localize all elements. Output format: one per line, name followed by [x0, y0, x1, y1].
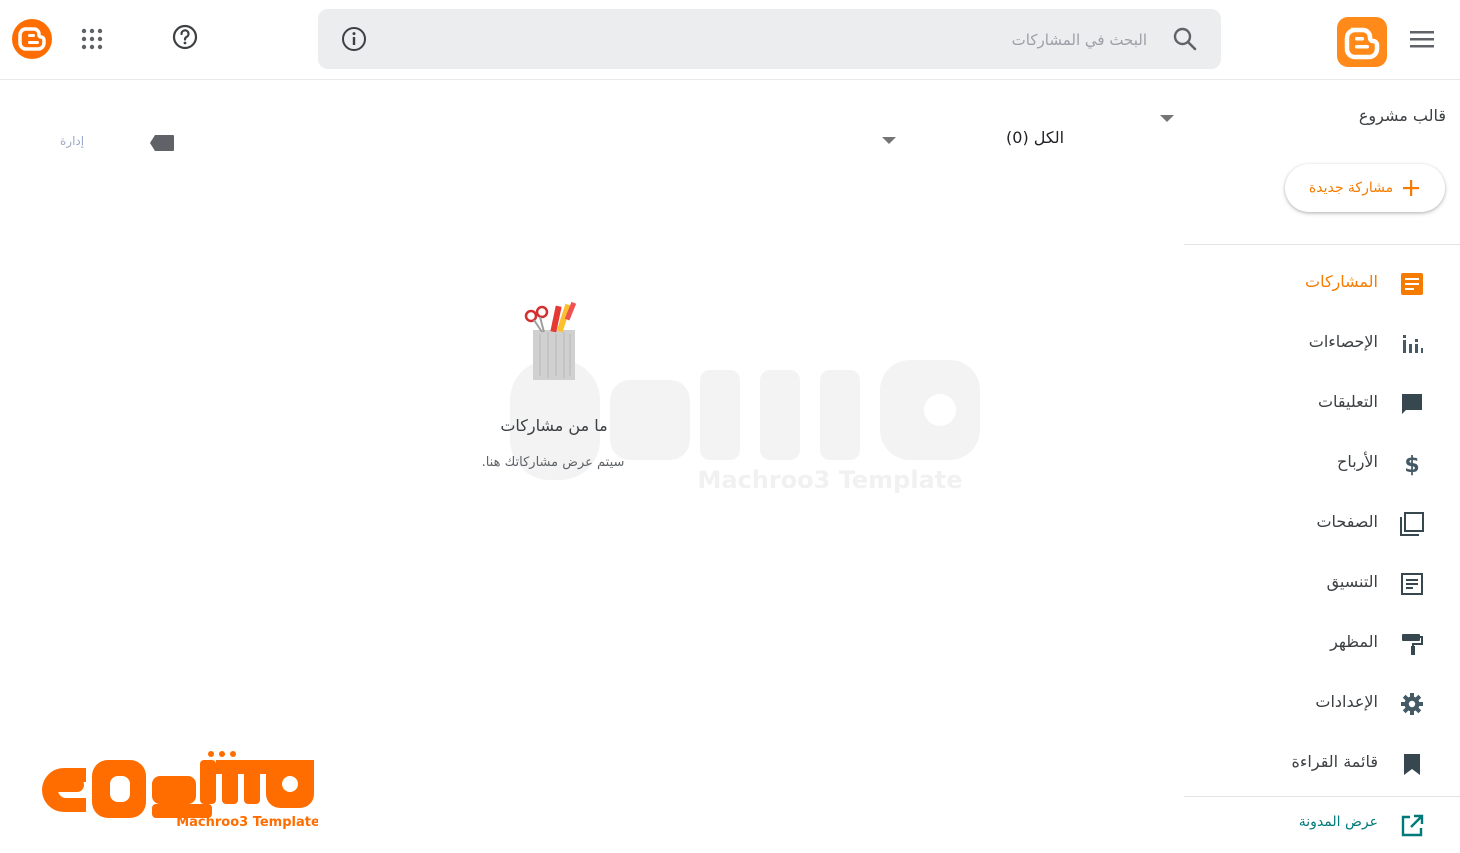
- sidebar-item-label: التنسيق: [1326, 572, 1378, 591]
- plus-icon: [1403, 180, 1420, 196]
- sidebar-item-label: المشاركات: [1305, 272, 1378, 291]
- account-avatar[interactable]: [12, 19, 52, 59]
- sidebar-item-theme[interactable]: المظهر: [1184, 622, 1460, 666]
- sidebar-item-earnings[interactable]: $ الأرباح: [1184, 442, 1460, 486]
- sidebar-item-settings[interactable]: الإعدادات: [1184, 682, 1460, 726]
- blog-title[interactable]: قالب مشروع: [1359, 106, 1446, 125]
- search-icon[interactable]: [1171, 25, 1199, 53]
- stats-icon: [1403, 335, 1423, 353]
- blog-switcher-chevron-down-icon[interactable]: [1160, 115, 1174, 122]
- sidebar-item-reading-list[interactable]: قائمة القراءة: [1184, 742, 1460, 786]
- empty-state-subtitle: سيتم عرض مشاركاتك هنا.: [481, 455, 625, 470]
- new-post-label: مشاركة جديدة: [1308, 180, 1394, 196]
- new-post-button[interactable]: مشاركة جديدة: [1285, 164, 1445, 212]
- label-tag-icon[interactable]: [149, 134, 175, 152]
- paint-roller-icon: [1402, 634, 1423, 655]
- sidebar-item-layout[interactable]: التنسيق: [1184, 562, 1460, 606]
- blogger-logo[interactable]: [1337, 17, 1387, 67]
- app-header: [0, 0, 1460, 80]
- menu-icon[interactable]: [1407, 26, 1437, 54]
- posts-icon: [1401, 273, 1423, 295]
- machroo3-logo: Machroo3 Template: [36, 750, 320, 832]
- comment-icon: [1402, 394, 1422, 414]
- sidebar-item-label: الصفحات: [1316, 512, 1378, 531]
- dollar-icon: $: [1404, 453, 1419, 476]
- sidebar-item-label: الإحصاءات: [1308, 332, 1378, 351]
- sidebar-item-label: المظهر: [1330, 632, 1378, 651]
- manage-button[interactable]: إدارة: [60, 134, 84, 148]
- sidebar-item-pages[interactable]: الصفحات: [1184, 502, 1460, 546]
- watermark-text: Machroo3 Template: [697, 466, 962, 494]
- view-blog-link[interactable]: عرض المدونة: [1184, 804, 1460, 848]
- apps-grid-icon[interactable]: [80, 27, 104, 51]
- help-icon[interactable]: [170, 22, 200, 52]
- sidebar: قالب مشروع مشاركة جديدة المشاركات الإحصا…: [1160, 80, 1460, 853]
- divider: [1184, 244, 1460, 245]
- sidebar-item-label: قائمة القراءة: [1291, 752, 1378, 771]
- svg-text:$: $: [1404, 453, 1419, 476]
- view-blog-label: عرض المدونة: [1298, 814, 1378, 830]
- sidebar-item-label: الإعدادات: [1315, 692, 1378, 711]
- pages-icon: [1400, 512, 1424, 536]
- empty-state-title: ما من مشاركات: [500, 416, 608, 435]
- filter-chevron-down-icon[interactable]: [882, 137, 896, 144]
- search-input[interactable]: [525, 23, 1149, 57]
- sidebar-item-label: الأرباح: [1337, 452, 1378, 471]
- bookmark-icon: [1404, 754, 1420, 775]
- layout-icon: [1401, 573, 1423, 595]
- sidebar-item-posts[interactable]: المشاركات: [1184, 262, 1460, 306]
- sidebar-item-stats[interactable]: الإحصاءات: [1184, 322, 1460, 366]
- machroo3-logo-text: Machroo3 Template: [176, 815, 318, 830]
- filter-all-label[interactable]: الكل (0): [1006, 128, 1064, 147]
- search-bar: [318, 9, 1221, 69]
- gear-icon: [1401, 693, 1423, 715]
- divider: [1184, 796, 1460, 797]
- open-in-new-icon: [1401, 814, 1424, 837]
- sidebar-item-label: التعليقات: [1317, 392, 1378, 411]
- sidebar-item-comments[interactable]: التعليقات: [1184, 382, 1460, 426]
- empty-illustration: [520, 298, 584, 384]
- info-icon[interactable]: [340, 25, 368, 53]
